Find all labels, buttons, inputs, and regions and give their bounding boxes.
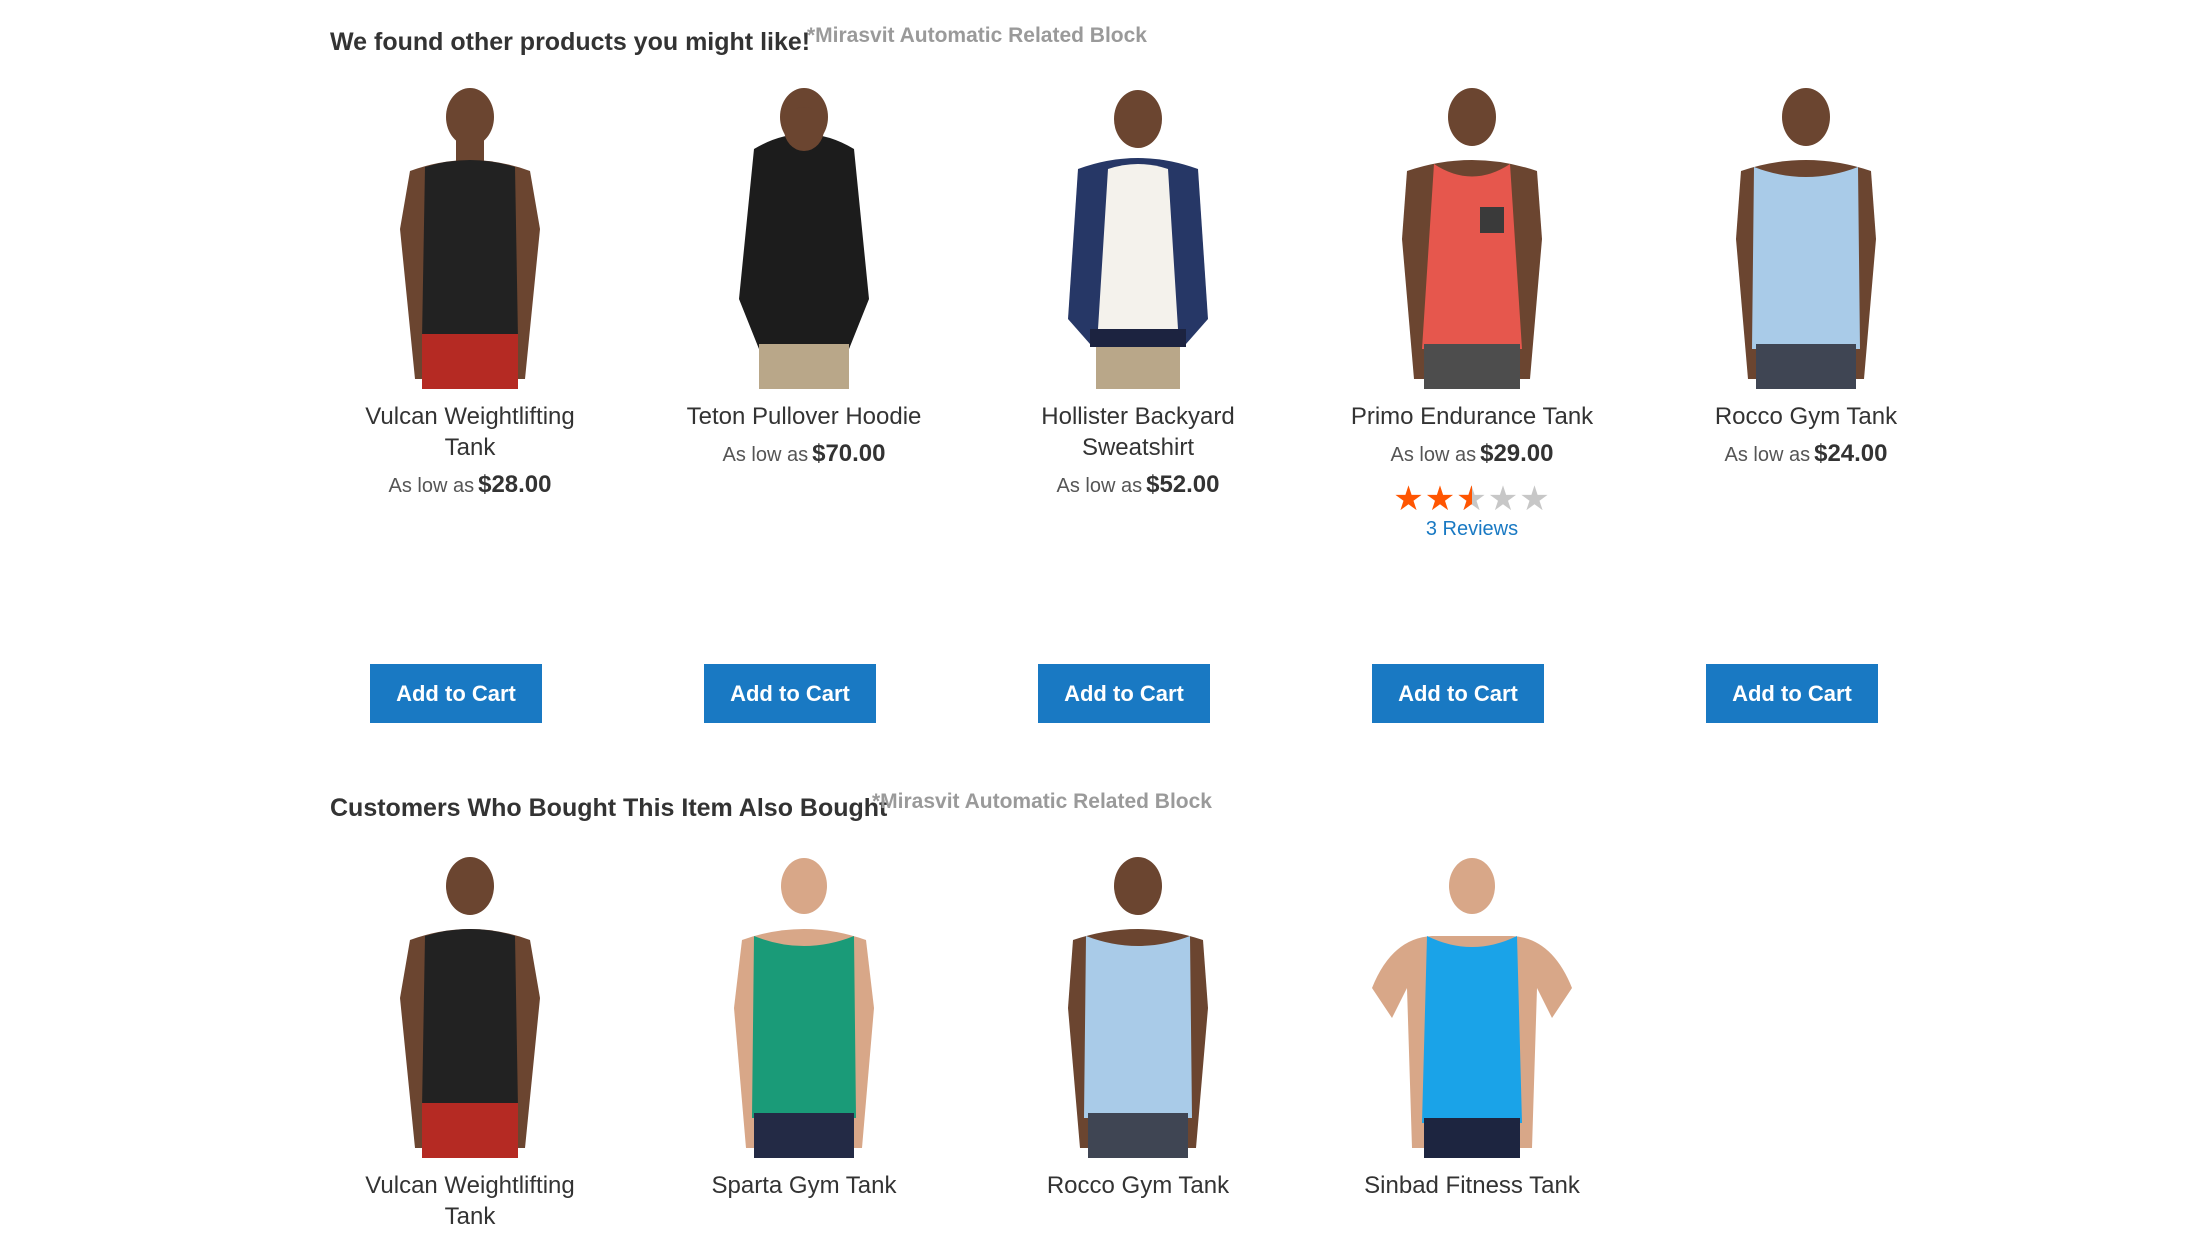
price-prefix: As low as <box>1056 475 1143 497</box>
also-bought-section: Customers Who Bought This Item Also Boug… <box>330 790 2030 1230</box>
add-to-cart-button[interactable]: Add to Cart <box>1706 664 1878 723</box>
section-note: *Mirasvit Automatic Related Block <box>872 790 1212 813</box>
section-note: *Mirasvit Automatic Related Block <box>807 24 1147 47</box>
star-icon: ★ <box>1393 480 1425 518</box>
price-prefix: As low as <box>1390 444 1477 466</box>
product-card: Hollister Backyard Sweatshirt As low as $… <box>998 79 1278 723</box>
product-image[interactable] <box>1018 79 1258 389</box>
product-image[interactable] <box>1686 79 1926 389</box>
add-to-cart-button[interactable]: Add to Cart <box>704 664 876 723</box>
star-empty-icon: ★ <box>1519 480 1551 518</box>
section-title: We found other products you might like! <box>330 28 811 56</box>
add-to-cart-button[interactable]: Add to Cart <box>370 664 542 723</box>
product-name[interactable]: Sparta Gym Tank <box>664 1170 944 1232</box>
product-name[interactable]: Vulcan Weightlifting Tank <box>330 1170 610 1232</box>
product-card: Vulcan Weightlifting Tank <box>330 848 610 1232</box>
price-prefix: As low as <box>388 475 475 497</box>
price-value: $29.00 <box>1480 440 1554 467</box>
section-title: Customers Who Bought This Item Also Boug… <box>330 794 888 822</box>
product-image[interactable] <box>684 79 924 389</box>
price: As low as $70.00 <box>664 440 944 468</box>
product-image[interactable] <box>350 848 590 1158</box>
price-value: $52.00 <box>1146 471 1220 498</box>
price: As low as $24.00 <box>1666 440 1946 468</box>
star-icon: ★ <box>1424 480 1457 518</box>
price-value: $28.00 <box>478 471 552 498</box>
section-heading: Customers Who Bought This Item Also Boug… <box>330 790 2030 830</box>
product-rating: ★★★★★ 3 Reviews <box>1332 482 1612 542</box>
related-products-section: We found other products you might like! … <box>330 24 2030 723</box>
product-name[interactable]: Hollister Backyard Sweatshirt <box>998 401 1278 463</box>
add-to-cart-button[interactable]: Add to Cart <box>1372 664 1544 723</box>
half-star-icon: ★ <box>1456 482 1487 516</box>
price-value: $70.00 <box>812 440 886 467</box>
price-prefix: As low as <box>722 444 809 466</box>
product-image[interactable] <box>350 79 590 389</box>
product-card: Rocco Gym Tank <box>998 848 1278 1232</box>
price: As low as $29.00 <box>1332 440 1612 468</box>
rating-stars: ★★★ ★★ <box>1332 482 1612 516</box>
price-value: $24.00 <box>1814 440 1888 467</box>
product-card: Teton Pullover Hoodie As low as $70.00 Ad… <box>664 79 944 723</box>
product-image[interactable] <box>1352 848 1592 1158</box>
product-image[interactable] <box>1352 79 1592 389</box>
product-card: Primo Endurance Tank As low as $29.00 ★★★… <box>1332 79 1612 723</box>
add-to-cart-button[interactable]: Add to Cart <box>1038 664 1210 723</box>
reviews-link[interactable]: 3 Reviews <box>1426 518 1518 541</box>
price-prefix: As low as <box>1724 444 1811 466</box>
price: As low as $28.00 <box>330 471 610 499</box>
price: As low as $52.00 <box>998 471 1278 499</box>
product-card: Sparta Gym Tank <box>664 848 944 1232</box>
star-empty-icon: ★ <box>1487 480 1520 518</box>
product-name[interactable]: Sinbad Fitness Tank <box>1332 1170 1612 1232</box>
product-card: Sinbad Fitness Tank <box>1332 848 1612 1232</box>
product-card: Rocco Gym Tank As low as $24.00 Add to Ca… <box>1666 79 1946 723</box>
product-image[interactable] <box>684 848 924 1158</box>
product-card: Vulcan Weightlifting Tank As low as $28.0… <box>330 79 610 723</box>
product-name[interactable]: Rocco Gym Tank <box>998 1170 1278 1232</box>
section-heading: We found other products you might like! … <box>330 24 2030 64</box>
product-image[interactable] <box>1018 848 1258 1158</box>
product-name[interactable]: Vulcan Weightlifting Tank <box>330 401 610 463</box>
